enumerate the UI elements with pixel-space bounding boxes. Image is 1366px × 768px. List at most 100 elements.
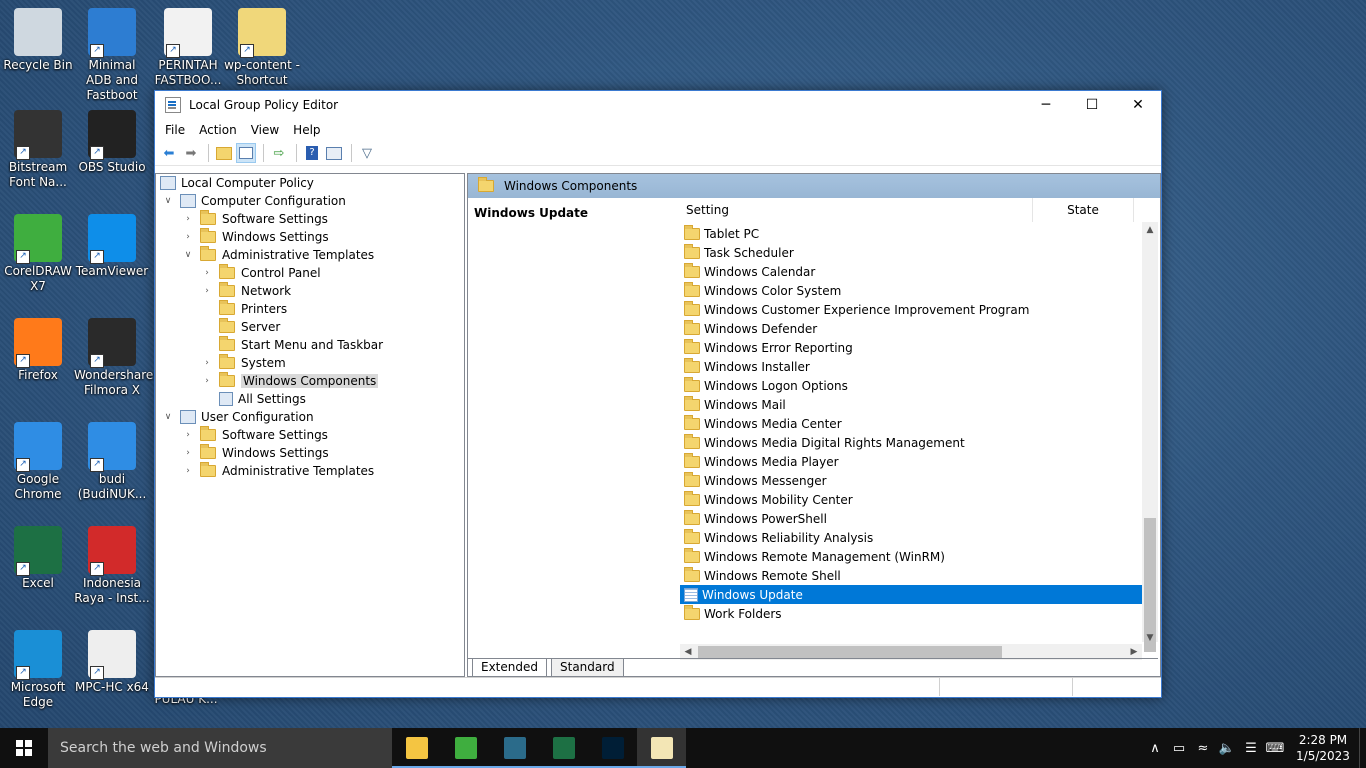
desktop-icon[interactable]: ↗ Minimal ADB and Fastboot xyxy=(74,8,150,103)
collapse-icon[interactable]: ∨ xyxy=(162,195,174,207)
help-icon[interactable]: ? xyxy=(302,143,322,163)
desktop-icon[interactable]: ↗ Indonesia Raya - Inst... xyxy=(74,526,150,606)
tree-node-uc-administrative-templates[interactable]: › Administrative Templates xyxy=(156,462,464,480)
desktop-icon[interactable]: ↗ TeamViewer xyxy=(74,214,150,279)
list-item[interactable]: Windows Media Player xyxy=(680,452,1142,471)
taskbar-app-coreldraw[interactable] xyxy=(441,728,490,768)
expand-icon[interactable]: › xyxy=(201,375,213,387)
list-item[interactable]: Windows Reliability Analysis xyxy=(680,528,1142,547)
collapse-icon[interactable]: ∨ xyxy=(182,249,194,261)
expand-icon[interactable]: › xyxy=(182,231,194,243)
minimize-button[interactable]: ─ xyxy=(1023,91,1069,119)
column-header-state[interactable]: State xyxy=(1033,198,1134,222)
list-item[interactable]: Windows Calendar xyxy=(680,262,1142,281)
taskbar-app-excel[interactable] xyxy=(539,728,588,768)
tree-node-cc-administrative-templates[interactable]: ∨ Administrative Templates xyxy=(156,246,464,264)
list-item[interactable]: Windows Installer xyxy=(680,357,1142,376)
desktop-icon[interactable]: ↗ Excel xyxy=(0,526,76,591)
tree-node-uc-software-settings[interactable]: › Software Settings xyxy=(156,426,464,444)
list-item[interactable]: Windows PowerShell xyxy=(680,509,1142,528)
expand-icon[interactable]: › xyxy=(201,267,213,279)
battery-icon[interactable]: ▭ xyxy=(1167,741,1191,756)
show-desktop-button[interactable] xyxy=(1359,728,1366,768)
desktop-icon[interactable]: ↗ CorelDRAW X7 xyxy=(0,214,76,294)
desktop-icon[interactable]: ↗ PERINTAH FASTBOO... xyxy=(150,8,226,88)
tree-node-system[interactable]: › System xyxy=(156,354,464,372)
properties-icon[interactable] xyxy=(324,143,344,163)
taskbar-app-notepad[interactable] xyxy=(637,728,686,768)
desktop-icon[interactable]: ↗ Google Chrome xyxy=(0,422,76,502)
taskbar-app-filmora[interactable] xyxy=(490,728,539,768)
list-item[interactable]: Work Folders xyxy=(680,604,1142,623)
list-item[interactable]: Windows Media Center xyxy=(680,414,1142,433)
up-folder-icon[interactable] xyxy=(214,143,234,163)
list-item[interactable]: Windows Remote Management (WinRM) xyxy=(680,547,1142,566)
back-icon[interactable]: ⬅ xyxy=(159,143,179,163)
expand-icon[interactable]: › xyxy=(201,357,213,369)
scroll-thumb-horizontal[interactable] xyxy=(698,646,1002,658)
desktop-icon[interactable]: ↗ MPC-HC x64 xyxy=(74,630,150,695)
list-item[interactable]: Windows Defender xyxy=(680,319,1142,338)
export-list-icon[interactable]: ⇨ xyxy=(269,143,289,163)
tree-node-local-computer-policy[interactable]: Local Computer Policy xyxy=(156,174,464,192)
taskbar-app-file-explorer[interactable] xyxy=(392,728,441,768)
desktop-icon[interactable]: Recycle Bin xyxy=(0,8,76,73)
expand-icon[interactable]: › xyxy=(201,285,213,297)
list-item[interactable]: Windows Media Digital Rights Management xyxy=(680,433,1142,452)
clock[interactable]: 2:28 PM 1/5/2023 xyxy=(1287,732,1359,764)
start-button[interactable] xyxy=(0,728,48,768)
tab-standard[interactable]: Standard xyxy=(551,659,624,676)
show-hide-tree-icon[interactable] xyxy=(236,143,256,163)
column-header-setting[interactable]: Setting xyxy=(680,198,1033,222)
list-item[interactable]: Windows Customer Experience Improvement … xyxy=(680,300,1142,319)
desktop-icon[interactable]: ↗ Firefox xyxy=(0,318,76,383)
list-item[interactable]: Tablet PC xyxy=(680,224,1142,243)
desktop-icon[interactable]: ↗ Microsoft Edge xyxy=(0,630,76,710)
tree-node-uc-windows-settings[interactable]: › Windows Settings xyxy=(156,444,464,462)
wifi-icon[interactable]: ≈ xyxy=(1191,741,1215,756)
vertical-scrollbar[interactable]: ▲ ▼ xyxy=(1142,222,1158,652)
menu-view[interactable]: View xyxy=(245,121,285,139)
collapse-icon[interactable]: ∨ xyxy=(162,411,174,423)
list-item[interactable]: Task Scheduler xyxy=(680,243,1142,262)
tree-node-start-menu[interactable]: Start Menu and Taskbar xyxy=(156,336,464,354)
close-button[interactable]: ✕ xyxy=(1115,91,1161,119)
menu-action[interactable]: Action xyxy=(193,121,243,139)
tree-node-network[interactable]: › Network xyxy=(156,282,464,300)
desktop-icon[interactable]: ↗ Wondershare Filmora X xyxy=(74,318,153,398)
filter-icon[interactable]: ▽ xyxy=(357,143,377,163)
list-item[interactable]: Windows Mobility Center xyxy=(680,490,1142,509)
volume-icon[interactable]: 🔈 xyxy=(1215,741,1239,756)
tree-node-user-configuration[interactable]: ∨ User Configuration xyxy=(156,408,464,426)
tree-node-computer-configuration[interactable]: ∨ Computer Configuration xyxy=(156,192,464,210)
desktop-icon[interactable]: ↗ budi (BudiNUK... xyxy=(74,422,150,502)
expand-icon[interactable]: › xyxy=(182,465,194,477)
tree-node-all-settings[interactable]: All Settings xyxy=(156,390,464,408)
list-item-selected[interactable]: Windows Update xyxy=(680,585,1142,604)
menu-help[interactable]: Help xyxy=(287,121,326,139)
tree-node-cc-windows-settings[interactable]: › Windows Settings xyxy=(156,228,464,246)
scroll-up-icon[interactable]: ▲ xyxy=(1142,222,1158,238)
keyboard-icon[interactable]: ⌨ xyxy=(1263,741,1287,756)
chevron-up-icon[interactable]: ∧ xyxy=(1143,741,1167,756)
search-box[interactable]: Search the web and Windows xyxy=(48,728,392,768)
tree-node-windows-components[interactable]: › Windows Components xyxy=(156,372,464,390)
title-bar[interactable]: Local Group Policy Editor ─ ☐ ✕ xyxy=(155,91,1161,119)
tree-node-control-panel[interactable]: › Control Panel xyxy=(156,264,464,282)
list-item[interactable]: Windows Mail xyxy=(680,395,1142,414)
expand-icon[interactable]: › xyxy=(182,213,194,225)
list-item[interactable]: Windows Error Reporting xyxy=(680,338,1142,357)
list-item[interactable]: Windows Logon Options xyxy=(680,376,1142,395)
tree-node-printers[interactable]: Printers xyxy=(156,300,464,318)
tab-extended[interactable]: Extended xyxy=(472,659,547,676)
expand-icon[interactable]: › xyxy=(182,447,194,459)
desktop-icon[interactable]: ↗ OBS Studio xyxy=(74,110,150,175)
list-item[interactable]: Windows Color System xyxy=(680,281,1142,300)
tree-node-server[interactable]: Server xyxy=(156,318,464,336)
expand-icon[interactable]: › xyxy=(182,429,194,441)
list-item[interactable]: Windows Messenger xyxy=(680,471,1142,490)
scroll-down-icon[interactable]: ▼ xyxy=(1142,630,1158,646)
maximize-button[interactable]: ☐ xyxy=(1069,91,1115,119)
desktop-icon[interactable]: ↗ wp-content - Shortcut xyxy=(224,8,300,88)
taskbar-app-photoshop[interactable] xyxy=(588,728,637,768)
